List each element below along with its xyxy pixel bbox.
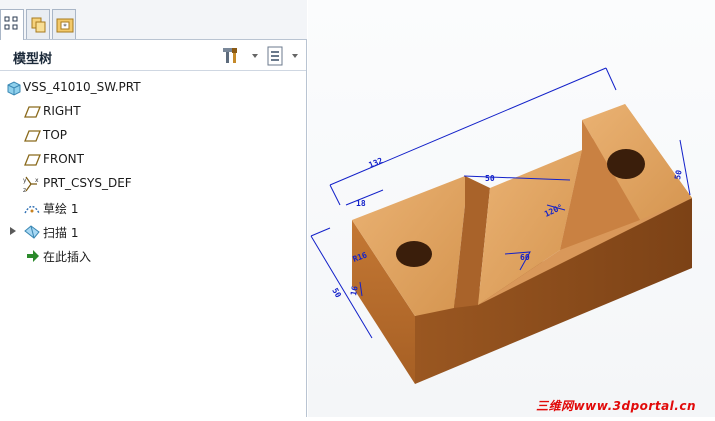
svg-text:*: * (63, 23, 67, 31)
tab-folder-browser[interactable] (26, 9, 50, 39)
svg-text:x: x (35, 177, 39, 184)
sweep-icon (24, 225, 40, 239)
tree-item-csys[interactable]: x y z PRT_CSYS_DEF (0, 174, 300, 194)
tree-filter-button[interactable] (266, 46, 304, 66)
dim-slot-offset: 18 (356, 199, 366, 208)
tree-filter-icon (267, 46, 298, 66)
insert-here-arrow-icon (27, 250, 39, 262)
dim-overall-length: 132 (367, 156, 384, 170)
dim-height: 50 (673, 169, 684, 180)
tree-settings-icon (223, 48, 258, 63)
dim-v-depth: 60 (520, 253, 530, 262)
tree-item-right[interactable]: RIGHT (0, 102, 300, 122)
tree-item-top[interactable]: TOP (0, 126, 300, 146)
tree-item-front[interactable]: FRONT (0, 150, 300, 170)
tab-favorites[interactable]: * (52, 9, 76, 39)
model-tree-header: 模型树 (0, 41, 306, 71)
tree-settings-button[interactable] (222, 46, 260, 66)
dim-width: 50 (330, 287, 343, 300)
tree-item-label: VSS_41010_SW.PRT (23, 80, 141, 94)
tree-item-insert-here[interactable]: 在此插入 (0, 246, 300, 266)
graphics-viewport[interactable]: 132 18 50 50 120° 60 50 R16 16 三维网www.3d… (308, 0, 715, 417)
tree-item-label: PRT_CSYS_DEF (43, 176, 132, 190)
folder-browser-tab-icon (31, 17, 46, 33)
panel-title: 模型树 (13, 52, 53, 67)
coordinate-system-icon: x y z (23, 176, 39, 193)
watermark: 三维网www.3dportal.cn (536, 397, 696, 413)
tree-item-label: 扫描 1 (43, 226, 79, 240)
model-3d-view[interactable]: 132 18 50 50 120° 60 50 R16 16 (308, 0, 715, 417)
left-hole (396, 241, 432, 267)
tree-item-label: 草绘 1 (43, 202, 79, 216)
tree-item-label: 在此插入 (43, 250, 92, 264)
tree-item-label: FRONT (43, 152, 84, 166)
sketch-icon (24, 205, 40, 214)
dim-slot-width: 50 (485, 174, 495, 183)
tab-model-tree[interactable] (0, 9, 24, 40)
expand-arrow-icon[interactable] (9, 226, 17, 236)
tree-item-part[interactable]: VSS_41010_SW.PRT (0, 78, 300, 98)
svg-text:z: z (23, 187, 26, 193)
favorites-tab-icon: * (56, 18, 74, 33)
tree-item-sketch[interactable]: 草绘 1 (0, 198, 300, 218)
datum-plane-icon (24, 130, 41, 142)
right-hole (607, 149, 645, 179)
watermark-chinese: 三维网 (536, 399, 574, 413)
tree-item-label: RIGHT (43, 104, 81, 118)
watermark-url: www.3dportal.cn (573, 399, 696, 413)
tree-item-sweep[interactable]: 扫描 1 (0, 222, 300, 242)
datum-plane-icon (24, 154, 41, 166)
part-icon (7, 81, 21, 96)
dim-hole-offset: 16 (349, 285, 360, 296)
model-tree-panel: * 模型树 VSS_41010_SW.PRT RIGHT TOP FRONT x… (0, 0, 307, 417)
svg-text:y: y (23, 177, 27, 184)
tree-item-label: TOP (43, 128, 68, 142)
model-tree-tab-icon (4, 16, 18, 30)
datum-plane-icon (24, 106, 41, 118)
navigator-tab-bar: * (0, 0, 307, 40)
